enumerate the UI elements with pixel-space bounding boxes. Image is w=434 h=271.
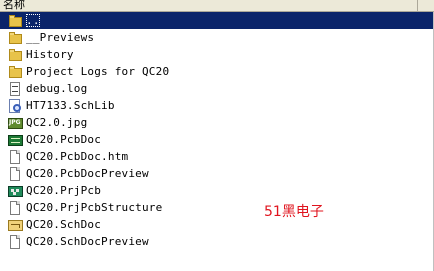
- name-column-header[interactable]: 名称: [0, 0, 418, 11]
- file-name: QC2.0.jpg: [26, 116, 88, 129]
- file-name: __Previews: [26, 31, 95, 44]
- document-icon: [8, 200, 23, 215]
- file-name: History: [26, 48, 74, 61]
- file-row-pcbdoc-preview[interactable]: QC20.PcbDocPreview: [0, 165, 434, 182]
- file-name: QC20.PcbDoc.htm: [26, 150, 129, 163]
- file-name: QC20.PcbDocPreview: [26, 167, 149, 180]
- file-name: debug.log: [26, 82, 88, 95]
- file-name: QC20.PrjPcb: [26, 184, 102, 197]
- watermark-text: 51黑电子: [264, 204, 324, 220]
- file-row-previews[interactable]: __Previews: [0, 29, 434, 46]
- file-name: HT7133.SchLib: [26, 99, 115, 112]
- document-icon: [8, 149, 23, 164]
- file-row-pcbdoc-htm[interactable]: QC20.PcbDoc.htm: [0, 148, 434, 165]
- document-icon: [8, 234, 23, 249]
- file-row-schdoc[interactable]: QC20.SchDoc: [0, 216, 434, 233]
- log-file-icon: [8, 81, 23, 96]
- jpg-file-icon: [8, 116, 23, 130]
- file-row-history[interactable]: History: [0, 46, 434, 63]
- file-name: QC20.SchDoc: [26, 218, 102, 231]
- file-list: .. __Previews History Project Logs for Q…: [0, 12, 434, 250]
- column-header-bar: 名称: [0, 0, 434, 12]
- prjpcb-file-icon: [8, 184, 23, 198]
- file-row-project-logs[interactable]: Project Logs for QC20: [0, 63, 434, 80]
- file-row-schdoc-preview[interactable]: QC20.SchDocPreview: [0, 233, 434, 250]
- file-row-jpg[interactable]: QC2.0.jpg: [0, 114, 434, 131]
- document-icon: [8, 166, 23, 181]
- folder-icon: [8, 31, 23, 45]
- file-row-schlib[interactable]: HT7133.SchLib: [0, 97, 434, 114]
- file-name: QC20.SchDocPreview: [26, 235, 149, 248]
- file-name: QC20.PrjPcbStructure: [26, 201, 163, 214]
- folder-icon: [8, 48, 23, 62]
- file-name: ..: [26, 14, 40, 27]
- folder-icon: [8, 65, 23, 79]
- file-row-pcbdoc[interactable]: QC20.PcbDoc: [0, 131, 434, 148]
- file-row-debug-log[interactable]: debug.log: [0, 80, 434, 97]
- schlib-file-icon: [8, 98, 23, 113]
- pcbdoc-file-icon: [8, 133, 23, 147]
- file-row-prjpcb-structure[interactable]: QC20.PrjPcbStructure: [0, 199, 434, 216]
- file-name: Project Logs for QC20: [26, 65, 170, 78]
- file-name: QC20.PcbDoc: [26, 133, 102, 146]
- folder-up-icon: [8, 14, 23, 28]
- schdoc-file-icon: [8, 218, 23, 232]
- file-row-parent-folder[interactable]: ..: [0, 12, 434, 29]
- file-row-prjpcb[interactable]: QC20.PrjPcb: [0, 182, 434, 199]
